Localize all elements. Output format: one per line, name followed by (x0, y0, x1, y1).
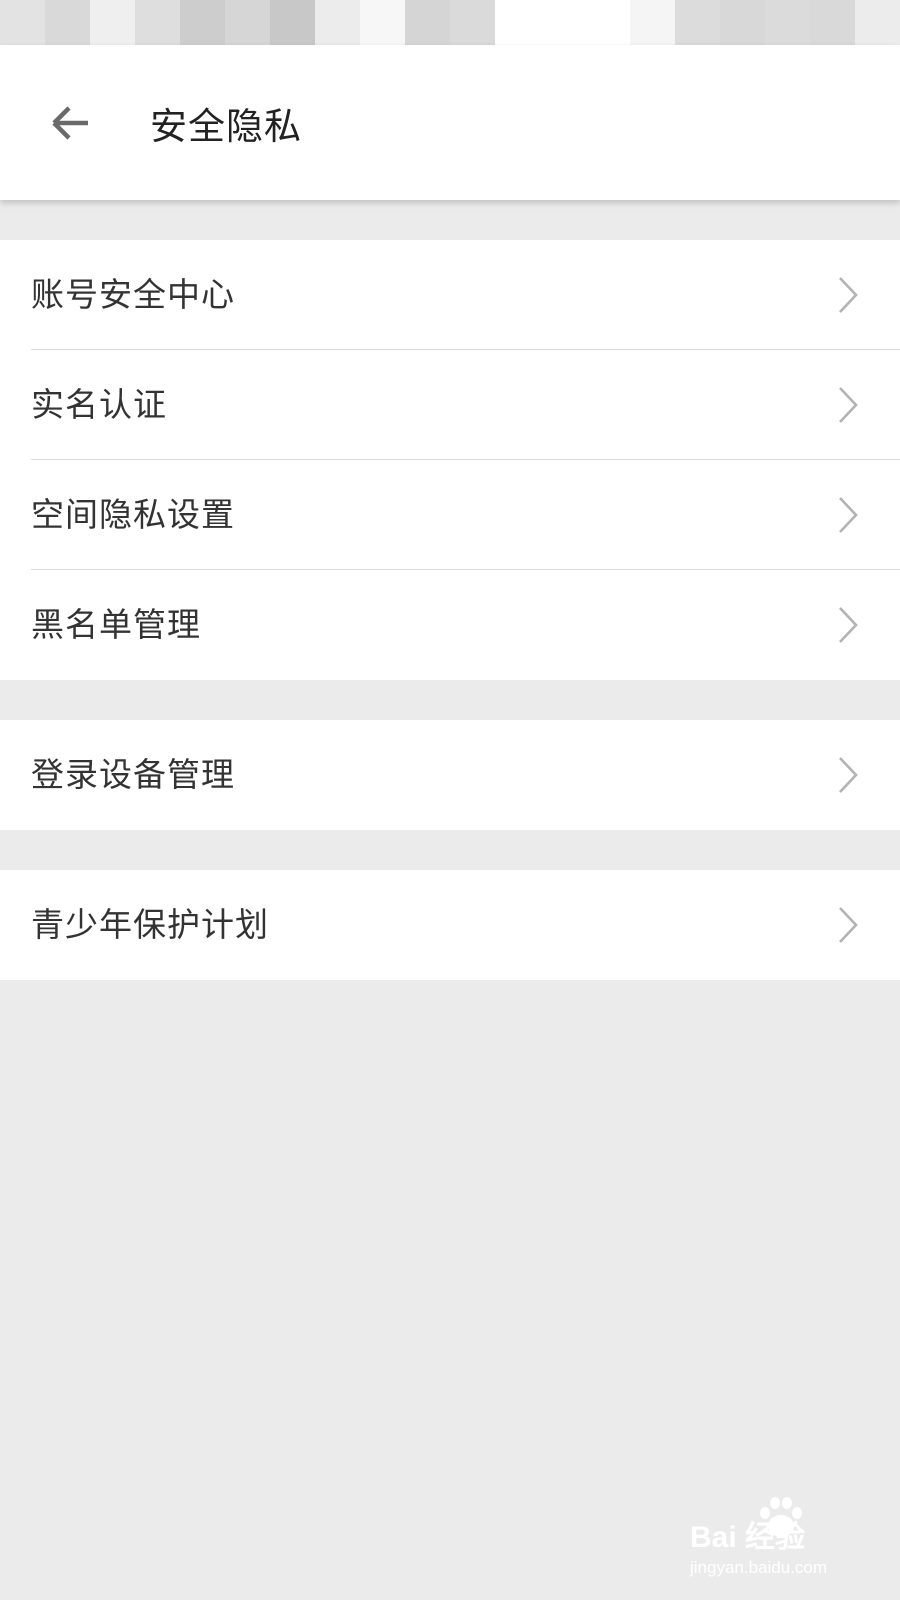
watermark-logo: Bai 经验 jingyan.baidu.com (690, 1497, 870, 1590)
chevron-right-icon (839, 497, 858, 533)
menu-item-label: 空间隐私设置 (31, 495, 235, 534)
menu-item-label: 实名认证 (31, 385, 167, 424)
back-button[interactable] (40, 93, 100, 153)
watermark-brand: Bai 经验 (690, 1521, 806, 1554)
menu-item-login-device-management[interactable]: 登录设备管理 (0, 720, 900, 830)
chevron-right-icon (839, 277, 858, 313)
app-header: 安全隐私 (0, 45, 900, 200)
chevron-right-icon (839, 757, 858, 793)
settings-group-account: 账号安全中心 实名认证 空间隐私设置 黑名单管理 (0, 240, 900, 680)
menu-item-label: 青少年保护计划 (31, 905, 269, 944)
chevron-right-icon (839, 607, 858, 643)
menu-item-blacklist-management[interactable]: 黑名单管理 (0, 570, 900, 680)
menu-item-label: 登录设备管理 (31, 755, 235, 794)
arrow-left-icon (52, 106, 88, 140)
watermark-url: jingyan.baidu.com (690, 1558, 828, 1577)
chevron-right-icon (839, 387, 858, 423)
menu-item-label: 黑名单管理 (31, 605, 201, 644)
menu-item-real-name-verification[interactable]: 实名认证 (0, 350, 900, 460)
screen: 安全隐私 账号安全中心 实名认证 空间隐私设置 黑名单管理 登录设备管理 青少年… (0, 0, 900, 1600)
menu-item-label: 账号安全中心 (31, 275, 235, 314)
chevron-right-icon (839, 907, 858, 943)
menu-item-space-privacy-settings[interactable]: 空间隐私设置 (0, 460, 900, 570)
settings-group-devices: 登录设备管理 (0, 720, 900, 830)
settings-group-youth: 青少年保护计划 (0, 870, 900, 980)
menu-item-youth-protection-plan[interactable]: 青少年保护计划 (0, 870, 900, 980)
status-bar (0, 0, 900, 45)
page-title: 安全隐私 (150, 105, 302, 148)
menu-item-account-security-center[interactable]: 账号安全中心 (0, 240, 900, 350)
